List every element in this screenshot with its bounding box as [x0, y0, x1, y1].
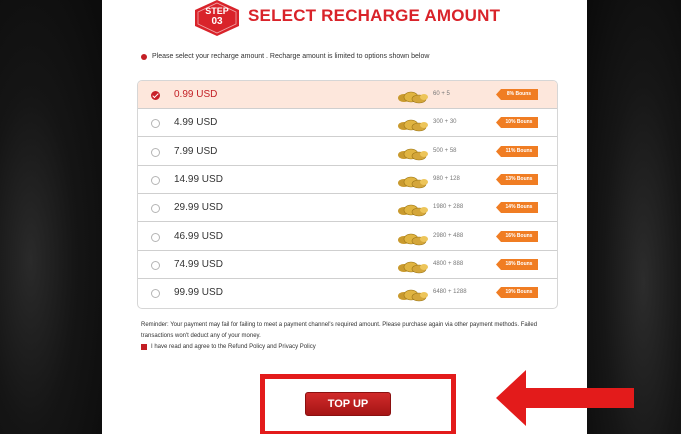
step-label: STEP [205, 6, 229, 16]
coins-icon [398, 289, 428, 302]
bonus-badge: 11% Bouns [496, 146, 538, 157]
instruction-text: Please select your recharge amount . Rec… [141, 53, 429, 60]
bonus-badge: 19% Bouns [496, 287, 538, 298]
top-up-button[interactable]: TOP UP [305, 392, 391, 416]
option-amount: 60 + 5 [433, 91, 450, 97]
option-amount: 4800 + 888 [433, 261, 464, 267]
background-right [587, 0, 681, 434]
recharge-option[interactable]: 4.99 USD 300 + 30 10% Bouns [138, 109, 557, 137]
option-amount: 2980 + 488 [433, 233, 464, 239]
recharge-option[interactable]: 74.99 USD 4800 + 888 18% Bouns [138, 251, 557, 279]
coins-icon [398, 176, 428, 189]
option-price: 14.99 USD [174, 174, 223, 185]
radio-icon[interactable] [151, 261, 160, 270]
recharge-option[interactable]: 99.99 USD 6480 + 1288 19% Bouns [138, 279, 557, 307]
recharge-option[interactable]: 46.99 USD 2980 + 488 16% Bouns [138, 223, 557, 251]
radio-icon[interactable] [151, 91, 160, 100]
option-price: 99.99 USD [174, 287, 223, 298]
step-number: 03 [211, 16, 223, 27]
bullet-icon [141, 53, 147, 60]
coins-icon [398, 148, 428, 161]
bonus-badge: 18% Bouns [496, 259, 538, 270]
bonus-badge: 14% Bouns [496, 202, 538, 213]
coins-icon [398, 233, 428, 246]
coins-icon [398, 91, 428, 104]
coins-icon [398, 204, 428, 217]
option-price: 0.99 USD [174, 89, 218, 100]
radio-icon[interactable] [151, 176, 160, 185]
recharge-option[interactable]: 0.99 USD 60 + 5 8% Bouns [138, 81, 557, 109]
recharge-option[interactable]: 7.99 USD 500 + 58 11% Bouns [138, 138, 557, 166]
bonus-badge: 16% Bouns [496, 231, 538, 242]
recharge-options-list: 0.99 USD 60 + 5 8% Bouns 4.99 USD 300 + … [137, 80, 558, 309]
background-left [0, 0, 102, 434]
bonus-badge: 13% Bouns [496, 174, 538, 185]
recharge-option[interactable]: 14.99 USD 980 + 128 13% Bouns [138, 166, 557, 194]
bonus-badge: 8% Bouns [496, 89, 538, 100]
bonus-badge: 10% Bouns [496, 117, 538, 128]
option-price: 29.99 USD [174, 202, 223, 213]
option-amount: 300 + 30 [433, 119, 457, 125]
option-price: 7.99 USD [174, 146, 218, 157]
radio-icon[interactable] [151, 289, 160, 298]
coins-icon [398, 261, 428, 274]
agreement-row[interactable]: I have read and agree to the Refund Poli… [141, 344, 316, 350]
option-amount: 6480 + 1288 [433, 289, 467, 295]
instruction-label: Please select your recharge amount . Rec… [152, 53, 430, 60]
radio-icon[interactable] [151, 148, 160, 157]
recharge-option[interactable]: 29.99 USD 1980 + 288 14% Bouns [138, 194, 557, 222]
arrow-left-icon [496, 370, 634, 426]
reminder-text: Reminder: Your payment may fail for fail… [141, 322, 538, 339]
radio-icon[interactable] [151, 119, 160, 128]
option-amount: 500 + 58 [433, 148, 457, 154]
page-title: SELECT RECHARGE AMOUNT [248, 6, 501, 25]
option-amount: 1980 + 288 [433, 204, 464, 210]
coins-icon [398, 119, 428, 132]
checkbox-icon[interactable] [141, 344, 147, 350]
step-badge-icon: STEP 03 [193, 0, 241, 36]
radio-icon[interactable] [151, 233, 160, 242]
option-price: 74.99 USD [174, 259, 223, 270]
radio-icon[interactable] [151, 204, 160, 213]
option-price: 4.99 USD [174, 117, 218, 128]
option-amount: 980 + 128 [433, 176, 460, 182]
agreement-label: I have read and agree to the Refund Poli… [151, 344, 316, 350]
option-price: 46.99 USD [174, 231, 223, 242]
